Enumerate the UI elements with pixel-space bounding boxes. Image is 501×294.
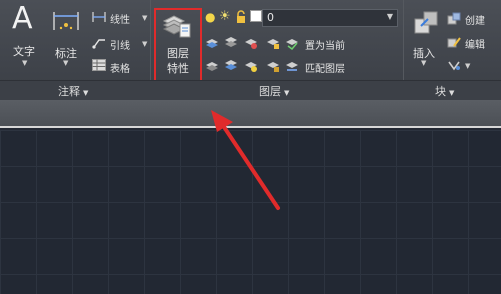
annotation-arrow bbox=[211, 110, 280, 210]
